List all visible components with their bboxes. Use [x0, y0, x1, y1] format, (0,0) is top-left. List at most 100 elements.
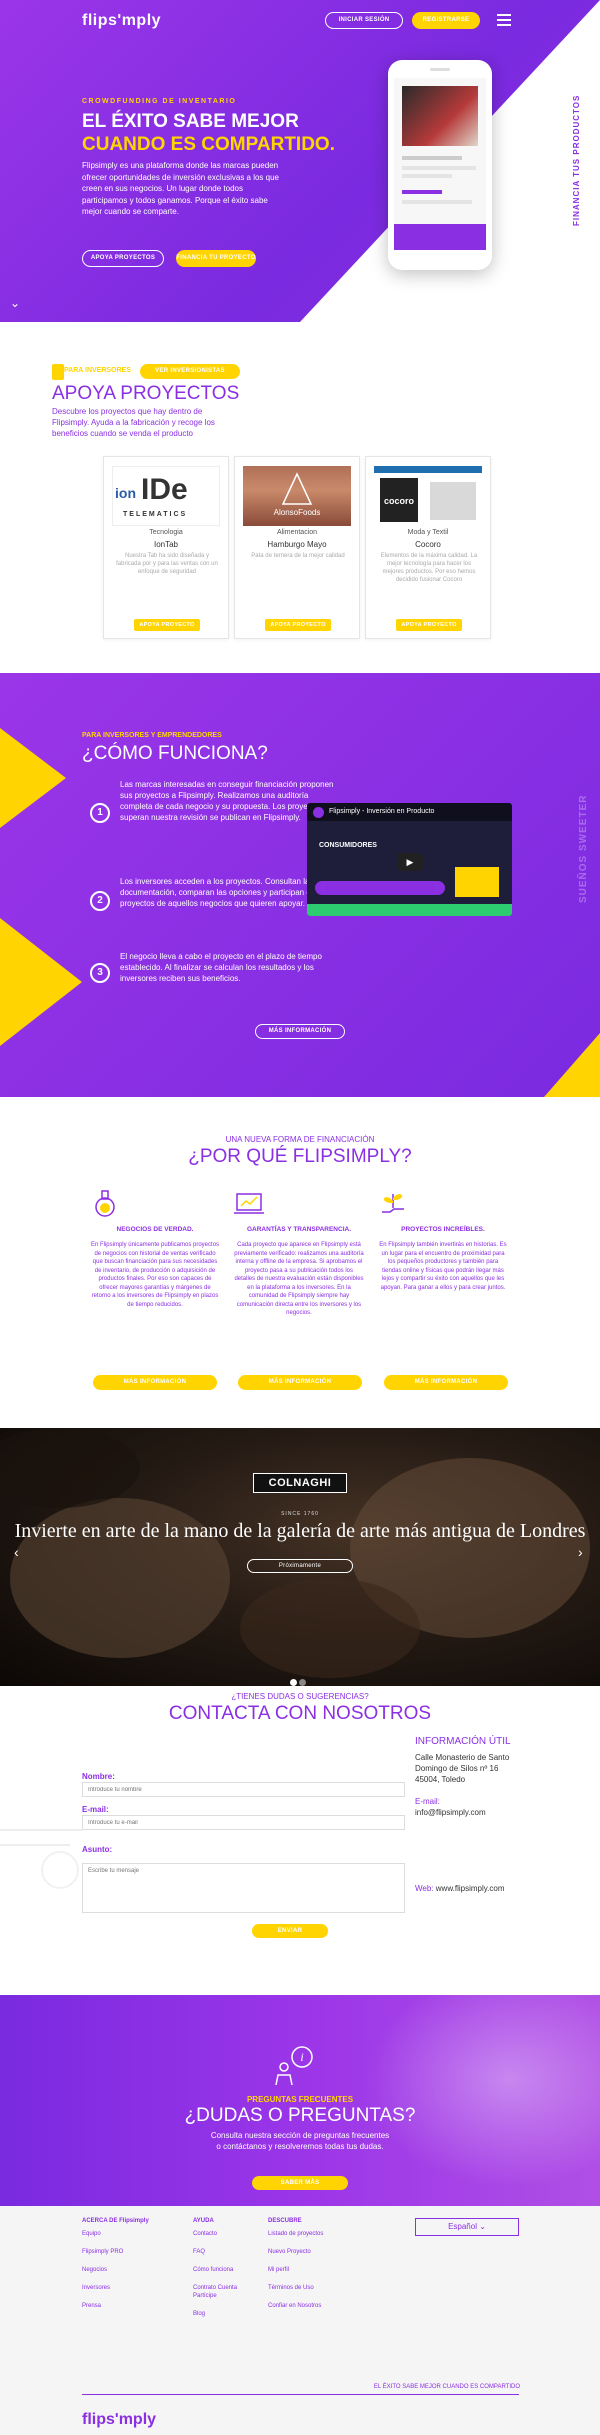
footer-link[interactable]: Cómo funciona: [193, 2266, 253, 2274]
message-textarea[interactable]: [82, 1863, 405, 1913]
info-web-value[interactable]: www.flipsimply.com: [436, 1884, 505, 1893]
chevron-left-icon[interactable]: ‹: [14, 1544, 19, 1560]
footer-col-ayuda: AYUDA Contacto FAQ Cómo funciona Contrat…: [193, 2218, 253, 2328]
hero-tagline: CROWDFUNDING DE INVENTARIO: [82, 98, 237, 105]
ver-inversionistas-button[interactable]: VER INVERSIONISTAS: [140, 364, 240, 379]
video-header: Flipsimply - Inversión en Producto: [307, 803, 512, 821]
footer-slogan: EL ÉXITO SABE MEJOR CUANDO ES COMPARTIDO: [373, 2384, 520, 2390]
footer-link[interactable]: FAQ: [193, 2248, 253, 2256]
footer-link[interactable]: Prensa: [82, 2302, 142, 2310]
contact-subtitle: ¿TIENES DUDAS O SUGERENCIAS?: [231, 1692, 369, 1701]
email-input[interactable]: [82, 1815, 405, 1830]
mas-informacion-button[interactable]: MÁS INFORMACIÓN: [384, 1375, 508, 1390]
dudas-tag: PREGUNTAS FRECUENTES: [246, 2095, 354, 2104]
colnaghi-slider: COLNAGHI SINCE 1760 Invierte en arte de …: [0, 1428, 600, 1686]
saber-mas-button[interactable]: SABER MÁS: [252, 2176, 348, 2190]
apoya-proyectos-button[interactable]: APOYA PROYECTOS: [82, 250, 164, 267]
footer-link[interactable]: Flipsimply PRO: [82, 2248, 142, 2256]
mas-informacion-button[interactable]: MÁS INFORMACIÓN: [255, 1024, 345, 1039]
proximamente-button[interactable]: Próximamente: [247, 1559, 353, 1573]
phone-screen-line: [402, 174, 452, 178]
phone-screen-line: [402, 166, 476, 170]
project-card-iontab[interactable]: ion IDe TELEMATICS Tecnologia IonTab Nue…: [103, 456, 229, 639]
video-player[interactable]: Flipsimply - Inversión en Producto CONSU…: [307, 803, 512, 916]
porque-col-proyectos: PROYECTOS INCREÍBLES. En Flipsimply tamb…: [378, 1188, 508, 1292]
project-card-hamburgo-mayo[interactable]: AlonsoFoods Alimentacion Hamburgo Mayo P…: [234, 456, 360, 639]
hero-description: Flipsimply es una plataforma donde las m…: [82, 161, 280, 216]
step-number: 1: [90, 803, 110, 823]
phone-screen-line: [402, 190, 442, 194]
mas-informacion-button[interactable]: MÁS INFORMACIÓN: [93, 1375, 217, 1390]
info-email-label: E-mail:: [415, 1797, 440, 1806]
info-email-value[interactable]: info@flipsimply.com: [415, 1808, 486, 1817]
phone-mockup: [388, 60, 492, 270]
card-category: Alimentacion: [276, 529, 318, 536]
mas-informacion-button[interactable]: MÁS INFORMACIÓN: [238, 1375, 362, 1390]
apoya-description: Descubre los proyectos que hay dentro de…: [52, 407, 215, 438]
plant-hand-icon: [382, 1194, 404, 1213]
cocoro-logo-text: cocoro: [383, 496, 414, 506]
phone-screen: [394, 78, 486, 250]
project-card-cocoro[interactable]: cocoro Moda y Textil Cocoro Elementos de…: [365, 456, 491, 639]
card-category: Moda y Textil: [407, 529, 449, 536]
apoya-proyecto-button[interactable]: APOYA PROYECTO: [134, 619, 200, 631]
hero-title-highlight: CUANDO ES COMPARTIDO.: [82, 134, 335, 155]
info-address: Calle Monasterio de Santo Domingo de Sil…: [415, 1753, 510, 1784]
play-icon[interactable]: ▶: [397, 853, 423, 871]
yellow-triangle-decoration: [544, 1033, 600, 1097]
footer-link[interactable]: Contrato Cuenta Partícipe: [193, 2284, 253, 2300]
footer-link[interactable]: Listado de proyectos: [268, 2230, 348, 2238]
step-number: 3: [90, 963, 110, 983]
decorative-lines: [0, 1829, 82, 1889]
footer-link[interactable]: Blog: [193, 2310, 253, 2318]
site-logo[interactable]: flipsʹmply: [82, 12, 161, 30]
footer-link[interactable]: Inversores: [82, 2284, 142, 2292]
footer-link[interactable]: Contacto: [193, 2230, 253, 2238]
menu-icon[interactable]: [497, 14, 511, 26]
footer-link[interactable]: Mi perfil: [268, 2266, 348, 2274]
slider-dots: [290, 1673, 308, 1686]
como-vertical-label: SUEÑOS SWEETER: [578, 794, 589, 903]
phone-screen-line: [402, 156, 462, 160]
phone-screen-image: [402, 86, 478, 146]
subject-label: Asunto:: [82, 1845, 113, 1854]
slider-title: Invierte en arte de la mano de la galerí…: [14, 1520, 586, 1542]
card-name: Cocoro: [415, 540, 441, 549]
footer-link[interactable]: Confiar en Nosotros: [268, 2302, 348, 2310]
porque-title: ¿POR QUÉ FLIPSIMPLY?: [188, 1146, 412, 1167]
login-button[interactable]: INICIAR SESIÓN: [325, 12, 403, 29]
slider-dot-active[interactable]: [290, 1679, 297, 1686]
dudas-section: i PREGUNTAS FRECUENTES ¿DUDAS O PREGUNTA…: [0, 1995, 600, 2206]
enviar-button[interactable]: ENVIAR: [252, 1924, 328, 1938]
footer-logo[interactable]: flipsʹmply: [82, 2411, 156, 2429]
apoya-tag: PARA INVERSORES: [64, 367, 131, 374]
financia-proyecto-button[interactable]: FINANCIA TU PROYECTO: [176, 250, 256, 267]
alonsofoods-logo-text: AlonsoFoods: [273, 508, 321, 517]
footer-link[interactable]: Nuevo Proyecto: [268, 2248, 348, 2256]
language-select[interactable]: Español ⌄: [415, 2218, 519, 2236]
apoya-proyecto-button[interactable]: APOYA PROYECTO: [265, 619, 331, 631]
apoya-title: APOYA PROYECTOS: [52, 383, 240, 404]
info-email: E-mail: info@flipsimply.com: [415, 1796, 525, 1818]
laptop-chart-icon: [234, 1193, 264, 1214]
iontab-logo-ide: IDe: [141, 473, 188, 506]
chevron-right-icon[interactable]: ›: [578, 1544, 583, 1560]
como-tag: PARA INVERSORES Y EMPRENDEDORES: [82, 732, 222, 739]
slider-dot[interactable]: [299, 1679, 306, 1686]
cocoro-image: cocoro: [374, 466, 482, 526]
card-description: Nuestra Tab ha sido diseñada y fabricada…: [116, 553, 218, 575]
contact-title: CONTACTA CON NOSOTROS: [168, 1703, 432, 1724]
apoya-proyecto-button[interactable]: APOYA PROYECTO: [396, 619, 462, 631]
footer-link[interactable]: Términos de Uso: [268, 2284, 348, 2292]
info-web-label: Web:: [415, 1884, 434, 1893]
como-title: ¿CÓMO FUNCIONA?: [82, 743, 268, 764]
chevron-down-icon[interactable]: ⌄: [10, 296, 20, 310]
video-title: Flipsimply - Inversión en Producto: [329, 808, 435, 815]
footer-link[interactable]: Equipo: [82, 2230, 142, 2238]
info-web: Web: www.flipsimply.com: [415, 1883, 525, 1894]
name-input[interactable]: [82, 1782, 405, 1797]
card-name: Hamburgo Mayo: [267, 540, 327, 549]
register-button[interactable]: REGISTRARSE: [412, 12, 480, 29]
footer-link[interactable]: Negocios: [82, 2266, 142, 2274]
video-illustration-belt: [315, 881, 445, 895]
